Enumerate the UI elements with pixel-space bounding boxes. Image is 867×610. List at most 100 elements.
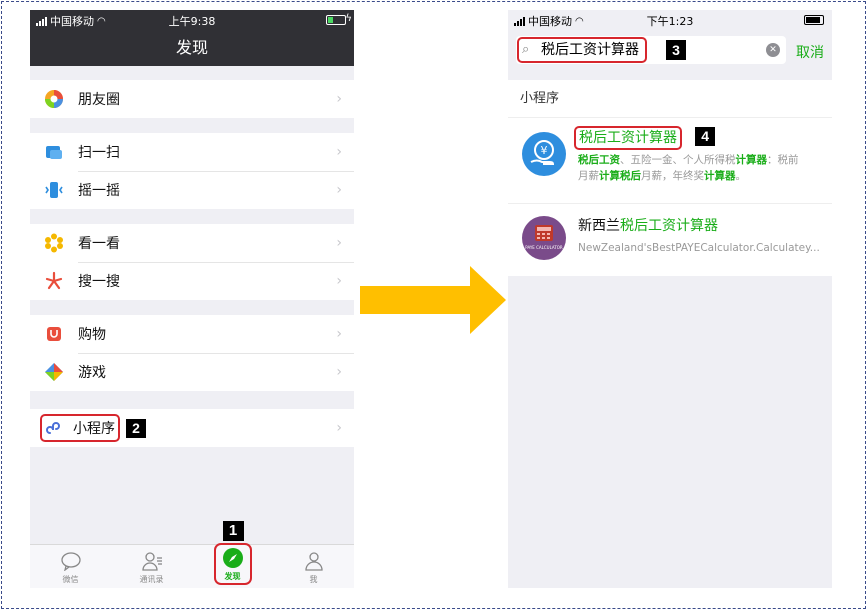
charging-icon: ϟ	[345, 13, 352, 24]
menu-item[interactable]: 购物 ›	[30, 315, 354, 353]
result-title-highlight: 税后工资计算器	[620, 218, 718, 234]
menu-item-label: 扫一扫	[78, 145, 120, 161]
chevron-right-icon: ›	[336, 420, 342, 436]
search-screen: 中国移动 ◠ 下午1:23 ⌕ 税后工资计算器 3 ✕ 取消 小程序 ¥ 税后工…	[508, 10, 832, 588]
mini-program-highlight: 小程序	[40, 414, 120, 442]
menu-item[interactable]: 游戏 ›	[30, 353, 354, 391]
search-query: 税后工资计算器	[541, 42, 639, 58]
menu-item[interactable]: 摇一摇 ›	[30, 171, 354, 209]
page-title: 发现	[175, 38, 208, 57]
description-highlight: 计算器	[704, 170, 736, 182]
description-highlight: 计算器	[735, 154, 768, 166]
description-text: 月薪	[578, 170, 599, 182]
description-highlight: 计算税后	[599, 170, 641, 182]
paye-calculator-icon: PAYE CALCULATOR	[522, 216, 566, 260]
status-bar: 中国移动 ◠ 上午9:38 ϟ	[30, 10, 354, 30]
clear-icon[interactable]: ✕	[766, 43, 780, 57]
menu-item-label: 搜一搜	[78, 274, 120, 290]
result-item[interactable]: ¥ 税后工资计算器 4 税后工资、五险一金、个人所得税计算器：税前 月薪计算税后月…	[508, 118, 832, 204]
description-text: 月薪，年终奖	[641, 170, 704, 182]
result-title-prefix: 新西兰	[578, 218, 620, 234]
menu-item-label: 小程序	[73, 421, 115, 437]
menu-item[interactable]: 搜一搜 ›	[30, 262, 354, 300]
result-title: 税后工资计算器	[574, 126, 682, 150]
menu-item-label: 看一看	[78, 236, 120, 252]
tab-label: 我	[309, 575, 318, 584]
result-item[interactable]: PAYE CALCULATOR 新西兰税后工资计算器 NewZealand'sB…	[508, 204, 832, 274]
scan-icon	[44, 142, 64, 162]
section-header: 小程序	[508, 80, 832, 118]
cancel-button[interactable]: 取消	[796, 42, 824, 62]
tab-discover-compass[interactable]: 发现 1	[192, 521, 273, 588]
shopping-icon	[44, 324, 64, 344]
discover-compass-icon	[222, 547, 244, 569]
tab-contacts[interactable]: 通讯录	[111, 545, 192, 588]
chevron-right-icon: ›	[336, 235, 342, 251]
result-description: 税后工资、五险一金、个人所得税计算器：税前 月薪计算税后月薪，年终奖计算器。	[578, 152, 832, 184]
chevron-right-icon: ›	[336, 91, 342, 107]
menu-group: 朋友圈 ›	[30, 80, 354, 118]
chevron-right-icon: ›	[336, 144, 342, 160]
tab-label: 通讯录	[139, 575, 164, 584]
menu-group: 看一看 › 搜一搜 ›	[30, 224, 354, 300]
menu-item[interactable]: 看一看 ›	[30, 224, 354, 262]
result-title: 新西兰税后工资计算器	[578, 216, 832, 236]
menu-item-label: 朋友圈	[78, 92, 120, 108]
description-highlight: 税后工资	[578, 154, 620, 166]
step-badge-2: 2	[126, 418, 146, 438]
menu-group: 购物 › 游戏 ›	[30, 315, 354, 391]
chevron-right-icon: ›	[336, 364, 342, 380]
svg-text:¥: ¥	[541, 144, 548, 157]
status-bar: 中国移动 ◠ 下午1:23	[508, 10, 832, 30]
chevron-right-icon: ›	[336, 326, 342, 342]
chevron-right-icon: ›	[336, 182, 342, 198]
description-text: 、五险一金、个人所得税	[620, 154, 736, 166]
discover-tab-highlight: 发现	[213, 543, 252, 585]
search-query-highlight: 税后工资计算器	[517, 37, 647, 63]
clock: 上午9:38	[168, 15, 216, 28]
top-bar: 中国移动 ◠ 上午9:38 ϟ 发现	[30, 10, 354, 66]
icon-label: PAYE CALCULATOR	[525, 245, 563, 250]
description-text: ：税前	[767, 154, 799, 166]
search-input[interactable]: ⌕ 税后工资计算器 3 ✕	[516, 36, 786, 64]
tab-chat[interactable]: 微信	[30, 545, 111, 588]
menu-item[interactable]: 扫一扫 ›	[30, 133, 354, 171]
discover-menu: 朋友圈 › 扫一扫 › 摇一摇 › 看一看 › 搜一搜 › 购物 › 游戏 › 小程序 2 ›	[30, 66, 354, 447]
tab-label: 发现	[224, 572, 241, 581]
me-icon	[303, 550, 325, 572]
top-stories-icon	[44, 233, 64, 253]
description-text: 。	[735, 170, 747, 182]
menu-item-label: 摇一摇	[78, 183, 120, 199]
discover-screen: 中国移动 ◠ 上午9:38 ϟ 发现 朋友圈 › 扫一扫 › 摇一摇 › 看一看 › 搜一搜 › 购…	[30, 10, 354, 588]
arrow-right-icon	[360, 266, 506, 334]
tab-label: 微信	[62, 575, 79, 584]
contacts-icon	[141, 550, 163, 572]
menu-group: 小程序 2 ›	[30, 409, 354, 447]
search-results: 小程序 ¥ 税后工资计算器 4 税后工资、五险一金、个人所得税计算器：税前 月薪计…	[508, 80, 832, 276]
moments-icon	[44, 89, 64, 109]
search-row: ⌕ 税后工资计算器 3 ✕ 取消	[508, 30, 832, 68]
tab-me[interactable]: 我	[273, 545, 354, 588]
mini-program-icon	[45, 418, 65, 438]
step-badge-4: 4	[695, 127, 716, 146]
search-icon	[44, 271, 64, 291]
result-description: NewZealand'sBestPAYECalculator.Calculate…	[578, 242, 820, 254]
menu-item-label: 游戏	[78, 365, 106, 381]
menu-group: 扫一扫 › 摇一摇 ›	[30, 133, 354, 209]
chat-icon	[60, 550, 82, 572]
games-icon	[44, 362, 64, 382]
menu-item[interactable]: 朋友圈 ›	[30, 80, 354, 118]
shake-icon	[44, 180, 64, 200]
battery-icon	[326, 15, 346, 25]
menu-item[interactable]: 小程序 2 ›	[30, 409, 354, 447]
menu-item-label: 购物	[78, 327, 106, 343]
chevron-right-icon: ›	[336, 273, 342, 289]
step-badge-1: 1	[222, 521, 244, 541]
step-badge-3: 3	[666, 40, 686, 60]
clock: 下午1:23	[646, 15, 694, 28]
